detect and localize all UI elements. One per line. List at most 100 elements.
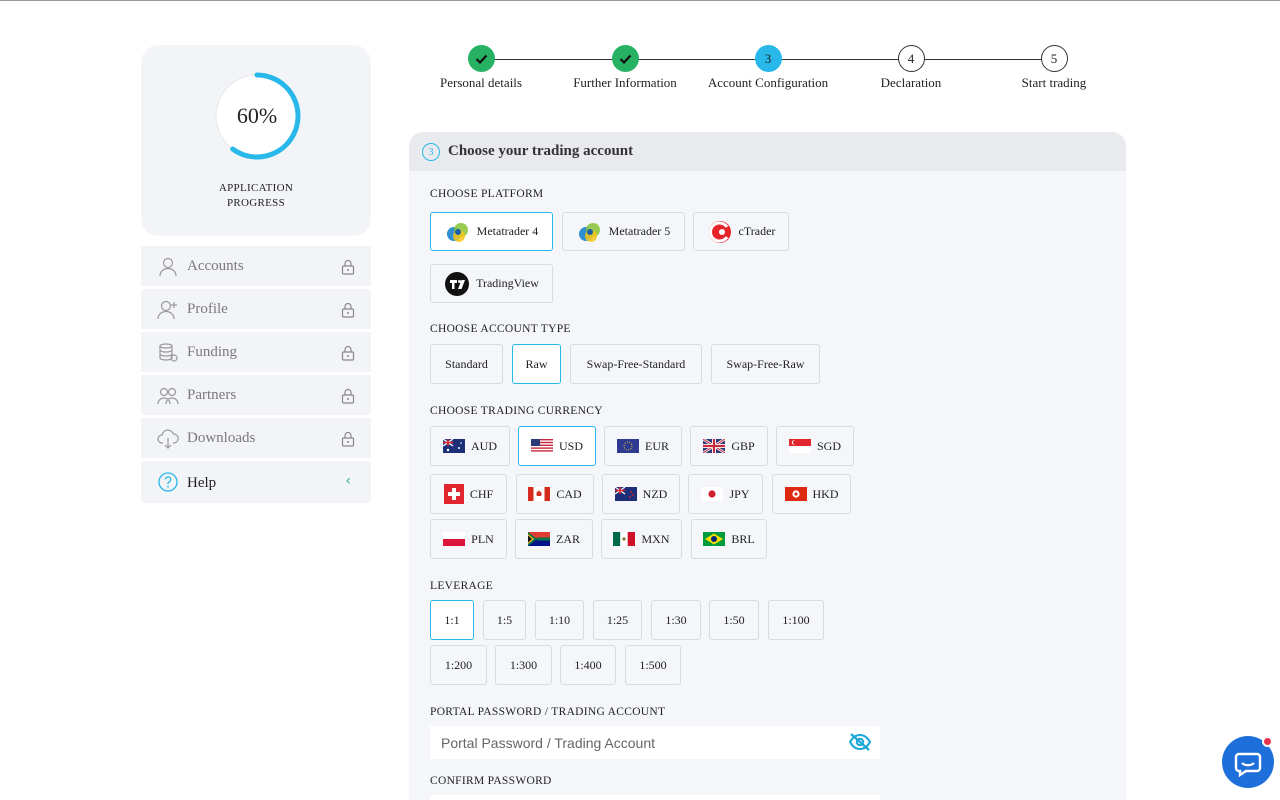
leverage-1-50[interactable]: 1:50	[709, 600, 759, 640]
eye-off-icon[interactable]	[848, 732, 872, 752]
leverage-1-400[interactable]: 1:400	[560, 645, 616, 685]
leverage-1-100[interactable]: 1:100	[768, 600, 824, 640]
section-number: 3	[422, 143, 440, 161]
currency-label: CHOOSE TRADING CURRENCY	[430, 405, 603, 417]
step-personal-details[interactable]: Personal details	[411, 45, 551, 91]
platform-metatrader4[interactable]: Metatrader 4	[430, 212, 553, 251]
lock-icon	[341, 345, 355, 361]
lock-icon	[341, 259, 355, 275]
currency-sgd[interactable]: SGD	[776, 426, 854, 466]
currency-code: GBP	[731, 438, 755, 453]
mexico-flag-icon	[613, 532, 636, 546]
password-label: PORTAL PASSWORD / TRADING ACCOUNT	[430, 706, 666, 718]
tradingview-icon	[445, 271, 470, 296]
sidebar-item-partners[interactable]: Partners	[141, 375, 371, 415]
currency-code: CAD	[556, 486, 582, 501]
currency-nzd[interactable]: NZD	[602, 474, 680, 514]
platform-label-text: Metatrader 4	[476, 224, 539, 238]
help-circle-icon	[158, 472, 178, 492]
currency-jpy[interactable]: JPY	[688, 474, 763, 514]
trading-account-panel: 3 Choose your trading account CHOOSE PLA…	[409, 132, 1126, 800]
leverage-1-5[interactable]: 1:5	[483, 600, 526, 640]
currency-aud[interactable]: AUD	[430, 426, 510, 466]
currency-chf[interactable]: CHF	[430, 474, 507, 514]
currency-hkd[interactable]: HKD	[772, 474, 851, 514]
leverage-1-10[interactable]: 1:10	[535, 600, 584, 640]
notification-badge	[1262, 736, 1273, 747]
sidebar-item-downloads[interactable]: Downloads	[141, 418, 371, 458]
currency-eur[interactable]: EUR	[604, 426, 682, 466]
usa-flag-icon	[530, 439, 553, 453]
sidebar-item-label: Funding	[187, 344, 238, 360]
account-type-raw[interactable]: Raw	[512, 344, 561, 384]
check-icon	[467, 45, 495, 72]
users-icon	[157, 387, 179, 405]
sidebar-item-label: Downloads	[187, 430, 256, 446]
application-progress-card: 60% APPLICATION PROGRESS	[141, 45, 371, 236]
currency-code: HKD	[812, 486, 839, 501]
step-label: Account Configuration	[707, 75, 829, 90]
currency-zar[interactable]: ZAR	[515, 519, 593, 559]
sidebar-item-label: Help	[187, 475, 217, 491]
platform-label: CHOOSE PLATFORM	[430, 188, 544, 200]
australia-flag-icon	[443, 439, 465, 453]
user-icon	[159, 257, 177, 277]
leverage-1-1[interactable]: 1:1	[430, 600, 474, 640]
password-input[interactable]	[430, 726, 880, 759]
platform-tradingview[interactable]: TradingView	[430, 264, 553, 303]
currency-code: CHF	[469, 486, 494, 501]
sidebar-item-label: Partners	[187, 387, 237, 403]
lock-icon	[341, 302, 355, 318]
account-type-standard[interactable]: Standard	[430, 344, 503, 384]
currency-code: ZAR	[556, 531, 580, 546]
sidebar-item-accounts[interactable]: Accounts	[141, 246, 371, 286]
sidebar-item-help[interactable]: Help ‹	[141, 461, 371, 503]
step-number: 5	[1040, 45, 1068, 72]
confirm-password-input[interactable]	[430, 795, 880, 800]
singapore-flag-icon	[788, 439, 811, 453]
currency-code: BRL	[731, 531, 755, 546]
sidebar-item-label: Profile	[187, 301, 228, 317]
platform-ctrader[interactable]: cTrader	[693, 212, 789, 251]
currency-code: EUR	[645, 438, 669, 453]
sidebar-item-funding[interactable]: Funding	[141, 332, 371, 372]
progress-label: APPLICATION PROGRESS	[141, 181, 371, 211]
account-type-swap-free-standard[interactable]: Swap-Free-Standard	[570, 344, 702, 384]
currency-brl[interactable]: BRL	[691, 519, 767, 559]
swiss-flag-icon	[443, 484, 464, 504]
confirm-password-label: CONFIRM PASSWORD	[430, 775, 552, 787]
step-declaration[interactable]: 4 Declaration	[841, 45, 981, 91]
currency-gbp[interactable]: GBP	[690, 426, 768, 466]
leverage-1-500[interactable]: 1:500	[625, 645, 681, 685]
step-label: Personal details	[440, 75, 522, 90]
ctrader-icon	[708, 220, 731, 243]
leverage-label: LEVERAGE	[430, 580, 494, 592]
platform-label-text: TradingView	[476, 276, 539, 290]
panel-header: 3 Choose your trading account	[409, 132, 1126, 171]
step-further-information[interactable]: Further Information	[555, 45, 695, 91]
progress-label-line1: APPLICATION	[218, 182, 294, 194]
leverage-1-200[interactable]: 1:200	[430, 645, 487, 685]
currency-usd[interactable]: USD	[518, 426, 596, 466]
step-label: Declaration	[880, 75, 942, 90]
leverage-1-25[interactable]: 1:25	[593, 600, 642, 640]
metatrader-icon	[578, 222, 600, 242]
currency-code: NZD	[642, 486, 668, 501]
sidebar-item-profile[interactable]: Profile	[141, 289, 371, 329]
account-type-swap-free-raw[interactable]: Swap-Free-Raw	[711, 344, 820, 384]
cloud-download-icon	[157, 429, 179, 449]
lock-icon	[341, 388, 355, 404]
account-type-label: CHOOSE ACCOUNT TYPE	[430, 323, 571, 335]
step-start-trading[interactable]: 5 Start trading	[984, 45, 1124, 91]
currency-cad[interactable]: CAD	[516, 474, 594, 514]
canada-flag-icon	[528, 487, 551, 501]
platform-metatrader5[interactable]: Metatrader 5	[562, 212, 685, 251]
currency-code: USD	[558, 438, 583, 453]
progress-percent: 60%	[236, 103, 278, 128]
leverage-1-300[interactable]: 1:300	[495, 645, 552, 685]
chevron-left-icon: ‹	[345, 473, 351, 489]
leverage-1-30[interactable]: 1:30	[651, 600, 701, 640]
currency-mxn[interactable]: MXN	[601, 519, 682, 559]
step-account-configuration[interactable]: 3 Account Configuration	[698, 45, 838, 91]
currency-pln[interactable]: PLN	[430, 519, 507, 559]
